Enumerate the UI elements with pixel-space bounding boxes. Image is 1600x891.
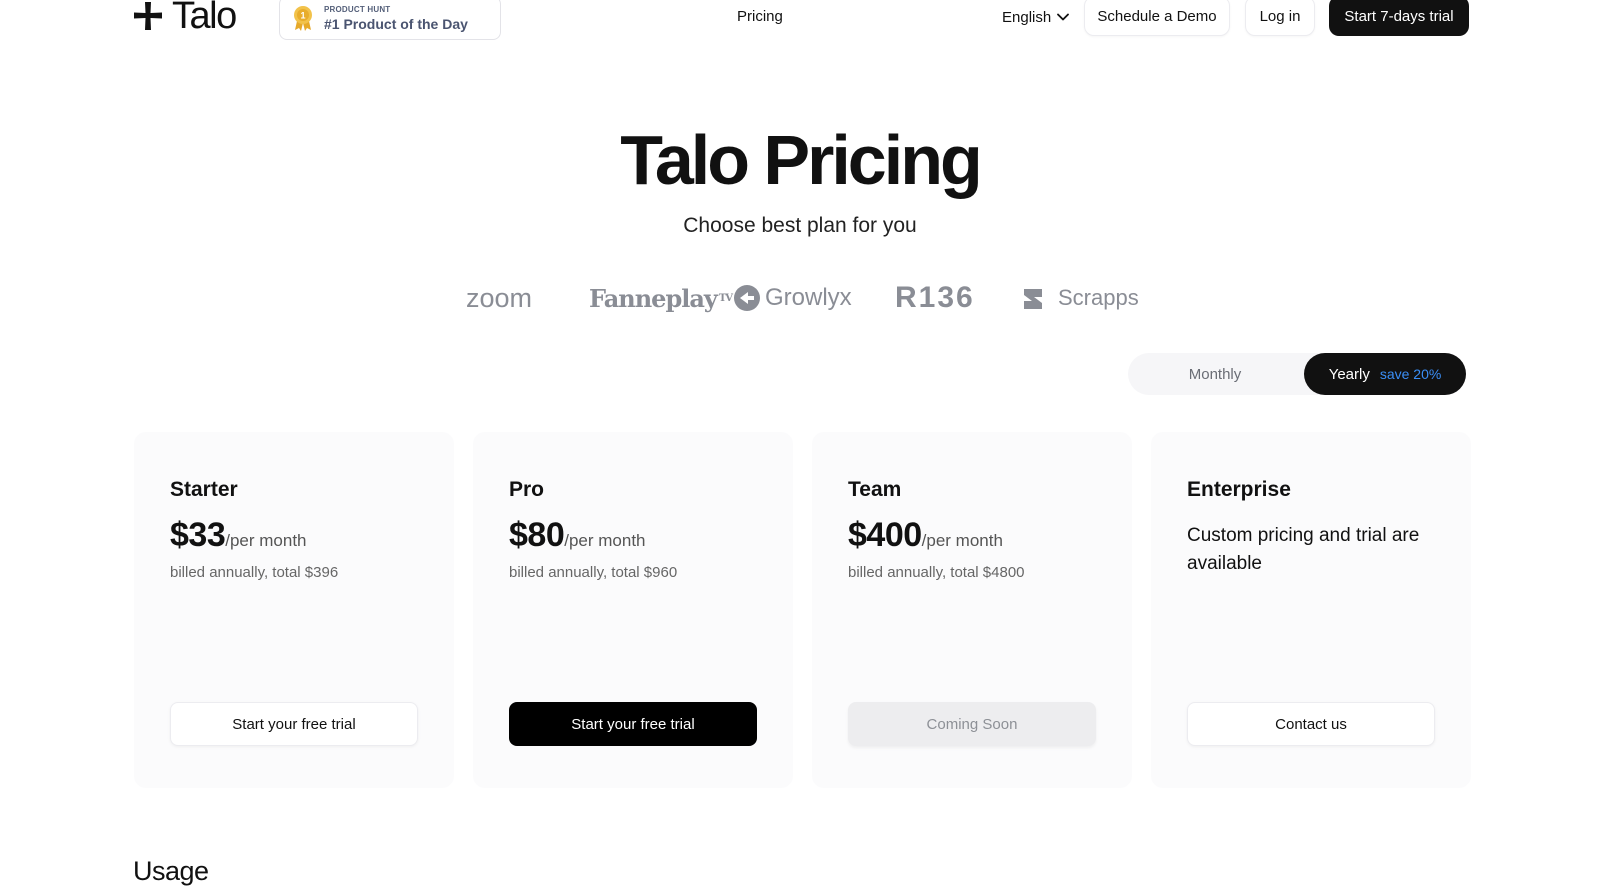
plan-price: $80 [509,516,565,554]
page-subtitle: Choose best plan for you [683,214,917,237]
growlyx-logo-text: Growlyx [765,284,852,311]
login-button[interactable]: Log in [1245,0,1315,36]
plan-period: /per month [921,531,1003,550]
language-label: English [1002,8,1052,26]
plan-name: Enterprise [1187,478,1291,501]
plan-name: Starter [170,478,238,501]
fanneplay-logo-text: Fanneplay [589,283,718,313]
plan-billing-note: billed annually, total $396 [170,564,339,581]
badge-kicker: PRODUCT HUNT [324,4,391,14]
fanneplay-logo: Fanneplay TV [589,278,733,318]
badge-title: #1 Product of the Day [324,15,468,32]
medal-icon: 1 [294,6,312,31]
growlyx-logo: Growlyx [733,278,852,318]
plan-description: Custom pricing and trial are available [1187,525,1420,574]
zoom-logo-text: zoom [466,282,533,313]
plan-card-team: Team $400 /per month billed annually, to… [812,432,1132,788]
plan-name: Team [848,478,902,501]
contact-us-button[interactable]: Contact us [1187,702,1435,746]
schedule-demo-button[interactable]: Schedule a Demo [1084,0,1230,36]
scrapps-logo: Scrapps [1020,278,1139,318]
plan-period: /per month [564,531,646,550]
yearly-option[interactable]: Yearly save 20% [1304,353,1466,395]
svg-text:1: 1 [300,11,305,21]
plan-card-enterprise: Enterprise Custom pricing and trial are … [1151,432,1471,788]
zoom-logo: zoom [466,278,532,318]
yearly-label: Yearly [1328,365,1370,383]
plan-billing-note: billed annually, total $4800 [848,564,1025,581]
plan-period: /per month [225,531,307,550]
talo-logo[interactable]: Talo [132,0,237,38]
logo-text: Talo [172,0,237,37]
fanneplay-tv-mark: TV [718,292,733,304]
starter-trial-button[interactable]: Start your free trial [170,702,418,746]
nav-pricing-link[interactable]: Pricing [737,8,783,25]
plan-price-line: $80 /per month [509,516,646,555]
save-badge: save 20% [1379,366,1442,382]
r136-logo: R136 [895,278,975,318]
product-hunt-badge[interactable]: 1 PRODUCT HUNT #1 Product of the Day [279,0,501,40]
customer-logos: zoom Fanneplay TV Growlyx R136 Scrapps [0,278,1600,318]
chevron-down-icon [1057,13,1070,21]
growlyx-logo-icon [734,285,760,311]
plus-logo-icon [134,2,162,30]
plan-name: Pro [509,478,545,501]
monthly-option[interactable]: Monthly [1128,353,1302,395]
page-title: Talo Pricing [620,121,982,199]
plan-price-line: $33 /per month [170,516,307,555]
usage-heading: Usage [133,856,209,886]
billing-period-toggle[interactable]: Monthly Yearly save 20% [1128,353,1466,395]
plan-price-line: $400 /per month [848,516,1003,555]
plan-card-pro: Pro $80 /per month billed annually, tota… [473,432,793,788]
plan-price: $400 [848,516,922,554]
r136-logo-text: R136 [895,281,975,314]
plan-price: $33 [170,516,226,554]
scrapps-logo-icon [1024,289,1042,309]
plan-billing-note: billed annually, total $960 [509,564,678,581]
scrapps-logo-text: Scrapps [1058,285,1139,310]
start-trial-button[interactable]: Start 7-days trial [1329,0,1469,36]
pro-trial-button[interactable]: Start your free trial [509,702,757,746]
plan-card-starter: Starter $33 /per month billed annually, … [134,432,454,788]
language-selector[interactable]: English [1002,6,1070,28]
team-coming-soon-button: Coming Soon [848,702,1096,746]
